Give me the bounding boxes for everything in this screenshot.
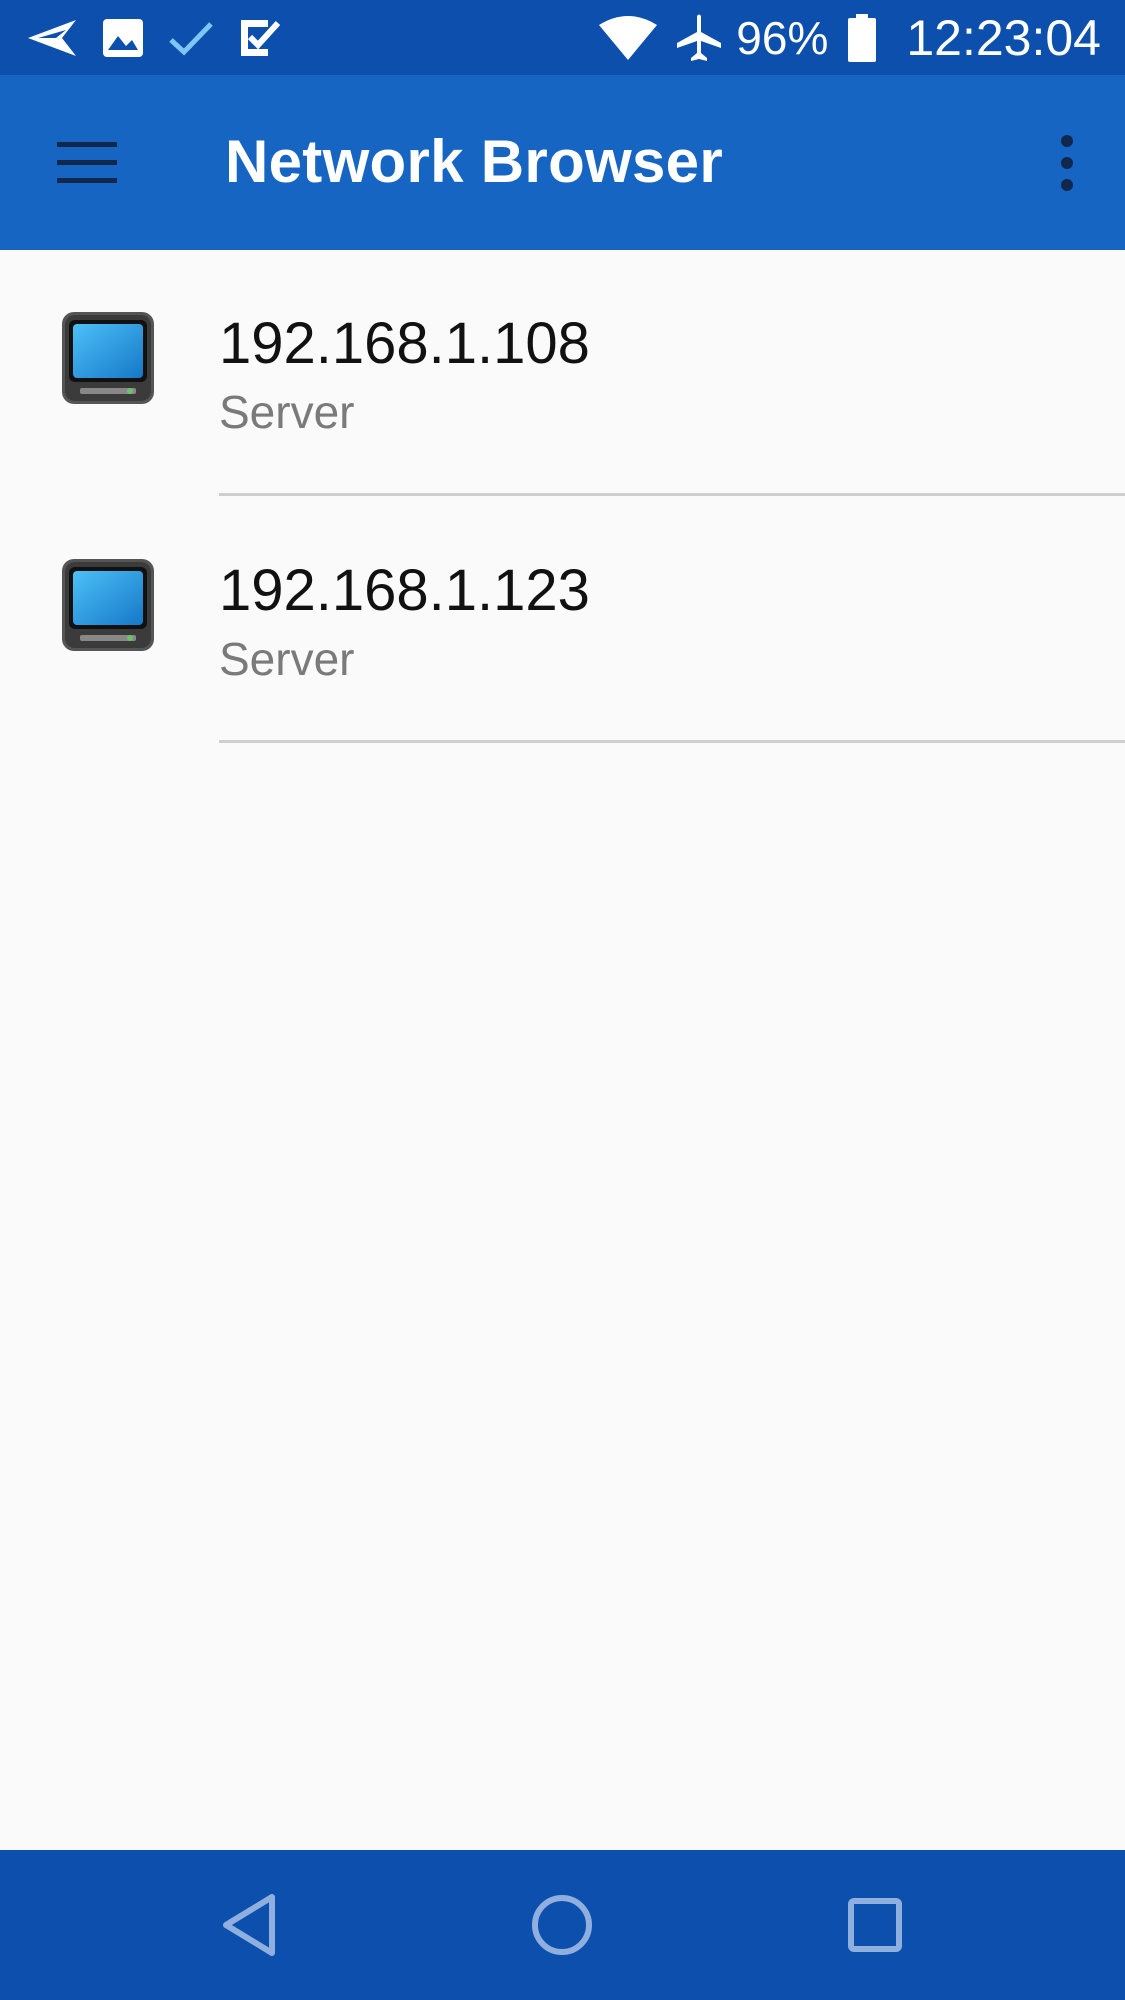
device-address: 192.168.1.108 bbox=[219, 311, 590, 376]
computer-monitor-icon bbox=[62, 559, 154, 651]
home-circle-icon bbox=[532, 1895, 592, 1955]
device-type: Server bbox=[219, 633, 355, 685]
divider bbox=[219, 493, 1125, 496]
page-title: Network Browser bbox=[225, 128, 723, 195]
task-icon bbox=[238, 17, 280, 59]
back-triangle-icon bbox=[223, 1894, 275, 1956]
hamburger-menu-icon bbox=[57, 142, 117, 183]
device-address: 192.168.1.123 bbox=[219, 558, 590, 623]
navigation-bar bbox=[0, 1850, 1125, 2000]
status-bar: 96% 12:23:04 bbox=[0, 0, 1125, 75]
check-icon bbox=[168, 18, 214, 58]
overflow-menu-button[interactable] bbox=[1037, 125, 1097, 201]
divider bbox=[219, 740, 1125, 743]
battery-icon bbox=[846, 14, 878, 62]
list-item[interactable]: 192.168.1.123 Server bbox=[0, 497, 1125, 744]
wifi-icon bbox=[598, 15, 658, 61]
image-icon bbox=[102, 18, 144, 58]
recents-button[interactable] bbox=[835, 1885, 915, 1965]
more-vert-icon bbox=[1061, 135, 1073, 191]
battery-percent: 96% bbox=[736, 12, 829, 64]
list-item[interactable]: 192.168.1.108 Server bbox=[0, 250, 1125, 497]
computer-monitor-icon bbox=[62, 312, 154, 404]
back-button[interactable] bbox=[210, 1885, 290, 1965]
status-bar-system: 96% 12:23:04 bbox=[598, 8, 1101, 68]
home-button[interactable] bbox=[522, 1885, 602, 1965]
device-list: 192.168.1.108 Server 192.168.1.123 Serve… bbox=[0, 250, 1125, 744]
clock: 12:23:04 bbox=[906, 10, 1101, 66]
hamburger-menu-button[interactable] bbox=[40, 125, 136, 201]
device-type: Server bbox=[219, 386, 355, 438]
status-bar-notifications bbox=[26, 10, 304, 65]
send-icon bbox=[26, 18, 78, 58]
airplane-icon bbox=[674, 13, 724, 63]
recents-square-icon bbox=[848, 1898, 902, 1952]
app-bar: Network Browser bbox=[0, 75, 1125, 250]
